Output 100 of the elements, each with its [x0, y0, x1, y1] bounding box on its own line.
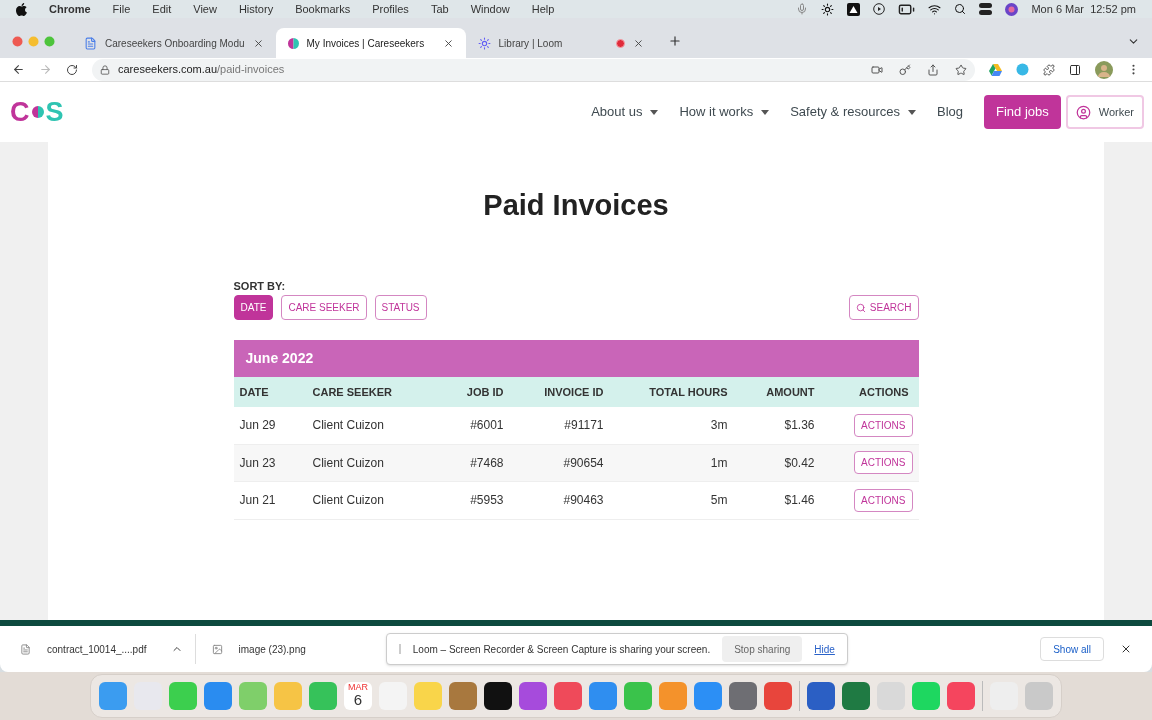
- table-cell: $1.36: [784, 418, 815, 433]
- sort-label: SORT BY:: [233, 278, 287, 294]
- play-icon[interactable]: [873, 3, 886, 15]
- drive-icon[interactable]: [989, 63, 1002, 76]
- app-icon[interactable]: [484, 682, 512, 710]
- account-button[interactable]: Worker: [1065, 95, 1144, 129]
- close-icon[interactable]: [632, 37, 644, 49]
- show-all-button[interactable]: Show all: [1040, 637, 1104, 661]
- chat-bubble-icon[interactable]: [1016, 63, 1029, 76]
- table-cell: 1m: [710, 455, 728, 470]
- forward-icon[interactable]: [39, 63, 52, 76]
- close-icon[interactable]: [442, 37, 454, 49]
- menu-item[interactable]: Tab: [430, 0, 449, 18]
- side-panel-icon[interactable]: [1069, 63, 1081, 76]
- reload-icon[interactable]: [66, 63, 78, 76]
- caret-icon: [907, 109, 916, 115]
- lock-icon[interactable]: [100, 64, 110, 75]
- menu-item[interactable]: Help: [531, 0, 555, 18]
- file-icon: [20, 643, 31, 655]
- new-tab-icon[interactable]: [667, 34, 682, 48]
- orb-icon[interactable]: [1005, 2, 1019, 16]
- menu-item[interactable]: History: [238, 0, 274, 18]
- table-cell: Client Cuizon: [312, 418, 384, 433]
- image-icon: [211, 643, 223, 655]
- page-title: Paid Invoices: [483, 188, 669, 223]
- user-icon: [1075, 104, 1091, 120]
- toggle-icon[interactable]: [979, 3, 993, 15]
- address-field[interactable]: careseekers.com.au/paid-invoices: [92, 58, 975, 81]
- caret-icon: [650, 109, 659, 115]
- group-header: June 2022: [233, 340, 919, 377]
- nav-menu[interactable]: How it works: [679, 102, 770, 122]
- menu-item[interactable]: Edit: [152, 0, 172, 18]
- column-header: JOB ID: [466, 385, 504, 398]
- menu-bar-clock[interactable]: Mon 6 Mar 12:52 pm: [1031, 0, 1136, 18]
- column-header: DATE: [239, 385, 269, 398]
- sort-option[interactable]: STATUS: [374, 295, 427, 320]
- browser-tab[interactable]: My Invoices | Careseekers: [275, 28, 466, 58]
- star-burst-icon: [477, 36, 491, 50]
- table-cell: 3m: [710, 418, 728, 433]
- caret-icon: [761, 109, 770, 115]
- wifi-icon[interactable]: [928, 2, 942, 16]
- search-icon: [855, 302, 866, 313]
- key-icon[interactable]: [899, 63, 911, 76]
- triangle-icon[interactable]: [847, 2, 861, 16]
- share-icon[interactable]: [927, 63, 939, 76]
- search-button[interactable]: SEARCH: [848, 295, 919, 320]
- avatar-icon[interactable]: [1095, 60, 1113, 79]
- column-header: AMOUNT: [766, 385, 815, 398]
- actions-button[interactable]: ACTIONS: [854, 451, 913, 475]
- sort-option[interactable]: DATE: [233, 295, 274, 320]
- back-icon[interactable]: [12, 63, 25, 76]
- table-cell: #5953: [470, 493, 504, 508]
- site-icon: [287, 37, 299, 49]
- close-icon[interactable]: [252, 37, 264, 49]
- calendar-icon[interactable]: MAR 6: [344, 682, 372, 710]
- table-cell: Client Cuizon: [312, 455, 384, 470]
- window-controls-drawing[interactable]: [12, 35, 56, 47]
- camera-icon[interactable]: [871, 63, 883, 76]
- sort-option[interactable]: CARE SEEKER: [281, 295, 367, 320]
- close-icon[interactable]: [1120, 643, 1132, 655]
- table-cell: $0.42: [784, 455, 815, 470]
- browser-tab[interactable]: Library | Loom: [465, 28, 656, 58]
- download-item[interactable]: image (23).png: [211, 634, 306, 664]
- table-cell: Client Cuizon: [312, 493, 384, 508]
- column-header: TOTAL HOURS: [649, 385, 728, 398]
- menu-item[interactable]: File: [112, 0, 131, 18]
- browser-tab[interactable]: Careseekers Onboarding Modu: [72, 28, 276, 58]
- sharing-message: Loom – Screen Recorder & Screen Capture is sharing your screen.: [412, 642, 711, 657]
- menu-item[interactable]: Profiles: [372, 0, 409, 18]
- table-cell: #90654: [563, 455, 604, 470]
- actions-button[interactable]: ACTIONS: [854, 488, 913, 512]
- menu-item[interactable]: Bookmarks: [295, 0, 351, 18]
- column-header: INVOICE ID: [544, 385, 604, 398]
- nav-menu[interactable]: Safety & resources: [790, 102, 916, 122]
- table-cell: $1.46: [784, 493, 815, 508]
- actions-button[interactable]: ACTIONS: [854, 413, 913, 437]
- site-logo[interactable]: C S: [10, 91, 64, 133]
- menu-item[interactable]: View: [193, 0, 217, 18]
- table-cell: #90463: [563, 493, 604, 508]
- table-cell: #91171: [564, 418, 604, 433]
- microphone-icon[interactable]: [796, 3, 809, 15]
- column-header: CARE SEEKER: [312, 385, 392, 398]
- menu-item[interactable]: Window: [470, 0, 510, 18]
- nav-menu[interactable]: About us: [591, 102, 659, 122]
- nav-link[interactable]: Blog: [936, 102, 963, 122]
- extensions-icon[interactable]: [1043, 63, 1055, 76]
- column-header: ACTIONS: [859, 385, 909, 398]
- table-cell: Jun 21: [239, 493, 276, 508]
- table-cell: 5m: [710, 493, 728, 508]
- find-jobs-button[interactable]: Find jobs: [984, 95, 1061, 129]
- search-icon[interactable]: [954, 3, 967, 15]
- apple-icon: [16, 2, 27, 16]
- hide-link[interactable]: Hide: [814, 641, 835, 657]
- stop-sharing-button[interactable]: Stop sharing: [722, 636, 803, 662]
- app-menu[interactable]: Chrome: [49, 0, 91, 18]
- star-icon[interactable]: [955, 63, 967, 76]
- table-cell: Jun 29: [239, 418, 276, 433]
- download-item[interactable]: contract_10014_....pdf: [20, 634, 196, 664]
- table-cell: #7468: [470, 455, 504, 470]
- table-cell: #6001: [470, 418, 504, 433]
